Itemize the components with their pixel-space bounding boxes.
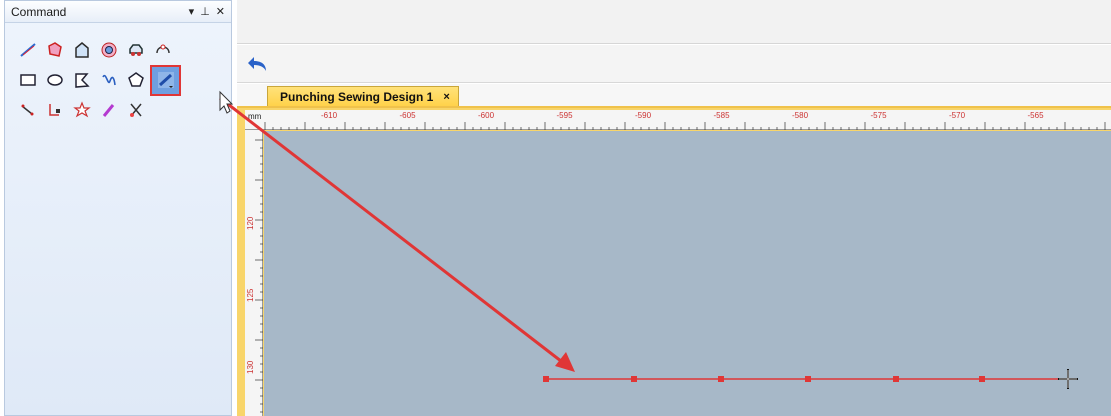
curve-icon	[101, 74, 116, 86]
tab-punching-sewing-design[interactable]: Punching Sewing Design 1 ×	[267, 86, 459, 106]
toolbar-top	[237, 0, 1111, 44]
panel-pin-button[interactable]: ⊥	[200, 5, 210, 18]
pentagon-button[interactable]	[123, 68, 148, 93]
left-ruler-ticks	[255, 139, 263, 413]
target-button[interactable]	[96, 38, 121, 63]
command-panel-header: Command ▾ ⊥ ✕	[5, 1, 231, 23]
star-node-button[interactable]	[69, 98, 94, 123]
polygon-node-button[interactable]	[42, 38, 67, 63]
line-tool-icon	[19, 43, 36, 57]
car-shape-button[interactable]	[123, 38, 148, 63]
design-canvas[interactable]	[264, 131, 1111, 416]
top-ruler: mm -610 -605 -600 -595 -590 -585 -580 -575 -570-…	[245, 110, 1111, 130]
point-tool-icon	[21, 104, 33, 116]
punching-tool-button[interactable]	[150, 64, 181, 96]
link-nodes-icon	[155, 44, 170, 54]
left-ruler: 120 125 130	[245, 130, 263, 416]
tool-grid	[15, 35, 183, 125]
toolbar-secondary	[237, 45, 1111, 83]
pen-icon	[102, 104, 114, 117]
ellipse-button[interactable]	[42, 68, 67, 93]
pentagon-icon	[127, 72, 144, 87]
polyline-shape-button[interactable]	[69, 68, 94, 93]
line-tool-button[interactable]	[15, 38, 40, 63]
point-tool-button[interactable]	[15, 98, 40, 123]
rectangle-icon	[19, 74, 36, 86]
app-window: Command ▾ ⊥ ✕ Punching Sewing Design 1 ×…	[0, 0, 1111, 416]
curve-button[interactable]	[96, 68, 121, 93]
car-shape-icon	[128, 44, 143, 56]
top-ruler-ticks	[264, 122, 1106, 130]
rectangle-button[interactable]	[15, 68, 40, 93]
command-panel: Command ▾ ⊥ ✕	[4, 0, 232, 416]
star-node-icon	[72, 101, 91, 118]
house-shape-button[interactable]	[69, 38, 94, 63]
undo-button[interactable]	[245, 53, 271, 75]
tab-title: Punching Sewing Design 1	[280, 89, 434, 104]
polyline-shape-icon	[74, 73, 90, 88]
ellipse-icon	[46, 74, 63, 86]
node-edit-icon	[48, 104, 60, 116]
scissors-button[interactable]	[123, 98, 148, 123]
house-shape-icon	[74, 42, 89, 58]
document-area: Punching Sewing Design 1 × mm -610 -605 -6…	[237, 84, 1111, 416]
panel-dropdown-button[interactable]: ▾	[189, 5, 195, 18]
target-icon	[101, 42, 116, 58]
punching-tool-icon	[157, 72, 174, 88]
command-panel-title: Command	[11, 4, 67, 19]
tab-close-button[interactable]: ×	[443, 91, 449, 103]
pen-button[interactable]	[96, 98, 121, 123]
panel-controls: ▾ ⊥ ✕	[189, 5, 225, 18]
node-edit-button[interactable]	[42, 98, 67, 123]
link-nodes-button[interactable]	[150, 38, 175, 63]
undo-icon	[248, 57, 266, 71]
panel-close-button[interactable]: ✕	[216, 5, 225, 18]
polygon-node-icon	[47, 42, 62, 57]
scissors-icon	[129, 103, 142, 117]
document-frame: mm -610 -605 -600 -595 -590 -585 -580 -575 -570-…	[237, 106, 1111, 416]
